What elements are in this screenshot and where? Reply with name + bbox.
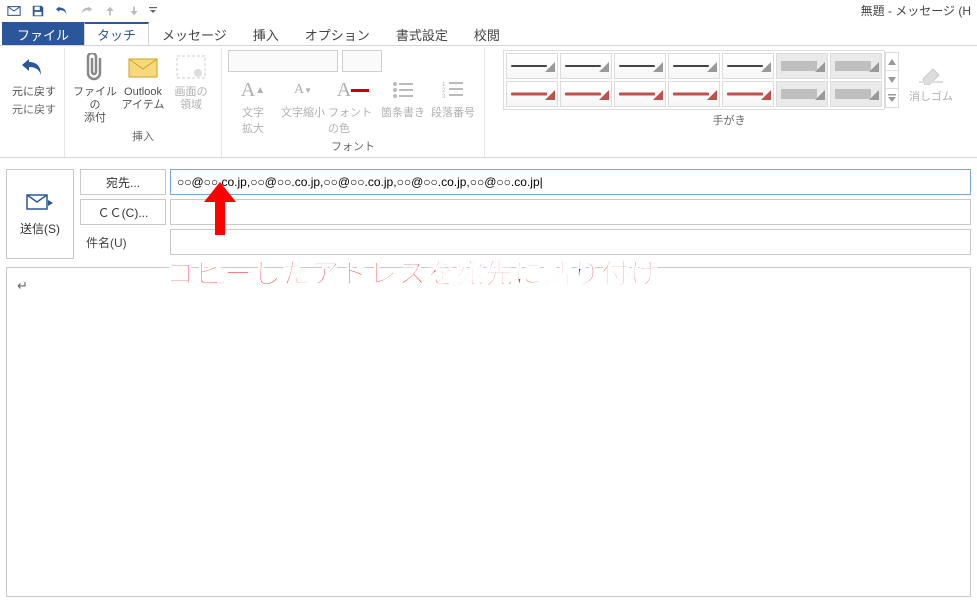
pen-style-9[interactable] xyxy=(560,81,612,107)
pen-style-3[interactable] xyxy=(614,53,666,79)
up-arrow-icon[interactable] xyxy=(100,2,120,20)
to-button[interactable]: 宛先... xyxy=(80,169,166,195)
send-label: 送信(S) xyxy=(20,220,60,237)
pen-style-13[interactable] xyxy=(776,81,828,107)
screenshot-button[interactable]: 画面の 領域 xyxy=(167,50,215,112)
eraser-icon xyxy=(915,57,947,89)
pen-style-6[interactable] xyxy=(776,53,828,79)
font-family-select[interactable] xyxy=(228,50,338,72)
undo-large-icon xyxy=(18,52,50,84)
shrink-font-icon: A▼ xyxy=(294,76,312,104)
save-icon[interactable] xyxy=(28,2,48,20)
window-title: 無題 - メッセージ (H xyxy=(861,2,971,19)
group-label-ink: 手がき xyxy=(491,110,967,131)
send-button[interactable]: 送信(S) xyxy=(6,169,74,259)
pen-style-8[interactable] xyxy=(506,81,558,107)
envelope-icon xyxy=(127,52,159,84)
subject-label: 件名(U) xyxy=(80,234,166,251)
tab-format[interactable]: 書式設定 xyxy=(383,22,461,45)
pen-style-12[interactable] xyxy=(722,81,774,107)
pen-style-4[interactable] xyxy=(668,53,720,79)
pen-style-14[interactable] xyxy=(830,81,882,107)
gallery-up-icon[interactable] xyxy=(886,53,898,71)
tab-touch[interactable]: タッチ xyxy=(84,22,149,45)
down-arrow-icon[interactable] xyxy=(124,2,144,20)
group-insert: ファイルの 添付 Outlook アイテム 画面の 領域 挿入 xyxy=(65,48,222,157)
gallery-more-icon[interactable] xyxy=(886,89,898,107)
svg-text:3: 3 xyxy=(442,94,446,99)
bullets-button[interactable]: 箇条書き xyxy=(378,76,428,136)
tab-message[interactable]: メッセージ xyxy=(149,22,240,45)
pen-style-2[interactable] xyxy=(560,53,612,79)
quick-access-toolbar xyxy=(4,2,158,20)
grow-font-button[interactable]: A▲ 文字 拡大 xyxy=(228,76,278,136)
numbering-icon: 123 xyxy=(442,76,464,104)
group-label-undo: 元に戻す xyxy=(10,99,58,120)
bullets-icon xyxy=(392,76,414,104)
pen-style-11[interactable] xyxy=(668,81,720,107)
qat-customize-icon[interactable] xyxy=(148,7,158,15)
mail-icon[interactable] xyxy=(4,2,24,20)
pen-gallery[interactable] xyxy=(503,50,885,110)
group-font: A▲ 文字 拡大 A▼ 文字縮小 A フォントの色 箇条書き xyxy=(222,48,485,157)
font-color-button[interactable]: A フォントの色 xyxy=(328,76,378,136)
cc-button[interactable]: ＣＣ(C)... xyxy=(80,199,166,225)
title-bar: 無題 - メッセージ (H xyxy=(0,0,977,22)
tab-options[interactable]: オプション xyxy=(292,22,383,45)
group-label-insert: 挿入 xyxy=(71,126,215,147)
ribbon-tabs: ファイル タッチ メッセージ 挿入 オプション 書式設定 校閲 xyxy=(0,22,977,46)
cc-field[interactable] xyxy=(170,199,971,225)
group-undo: 元に戻す 元に戻す xyxy=(4,48,65,157)
shrink-font-button[interactable]: A▼ 文字縮小 xyxy=(278,76,328,136)
font-size-select[interactable] xyxy=(342,50,382,72)
compose-header: 送信(S) 宛先... ＣＣ(C)... 件名(U) xyxy=(0,164,977,259)
undo-button[interactable]: 元に戻す xyxy=(10,50,58,99)
pen-style-5[interactable] xyxy=(722,53,774,79)
grow-font-icon: A▲ xyxy=(241,76,265,104)
pen-style-7[interactable] xyxy=(830,53,882,79)
pen-style-1[interactable] xyxy=(506,53,558,79)
to-field[interactable] xyxy=(170,169,971,195)
group-ink: 消しゴム 手がき xyxy=(485,48,973,157)
redo-icon[interactable] xyxy=(76,2,96,20)
paperclip-icon xyxy=(79,52,111,84)
ribbon: 元に戻す 元に戻す ファイルの 添付 Outlook アイテム xyxy=(0,46,977,158)
undo-icon[interactable] xyxy=(52,2,72,20)
gallery-down-icon[interactable] xyxy=(886,71,898,89)
body-cursor: ↵ xyxy=(17,278,28,293)
tab-insert[interactable]: 挿入 xyxy=(240,22,292,45)
pen-style-10[interactable] xyxy=(614,81,666,107)
tab-review[interactable]: 校閲 xyxy=(461,22,513,45)
send-icon xyxy=(26,192,54,214)
camera-icon xyxy=(175,52,207,84)
tab-file[interactable]: ファイル xyxy=(2,22,84,45)
numbering-button[interactable]: 123 段落番号 xyxy=(428,76,478,136)
font-color-icon: A xyxy=(337,76,369,104)
group-label-font: フォント xyxy=(228,136,478,157)
eraser-button[interactable]: 消しゴム xyxy=(907,55,955,104)
message-body[interactable]: ↵ xyxy=(6,267,971,597)
outlook-item-button[interactable]: Outlook アイテム xyxy=(119,50,167,112)
attach-file-button[interactable]: ファイルの 添付 xyxy=(71,50,119,126)
subject-field[interactable] xyxy=(170,229,971,255)
